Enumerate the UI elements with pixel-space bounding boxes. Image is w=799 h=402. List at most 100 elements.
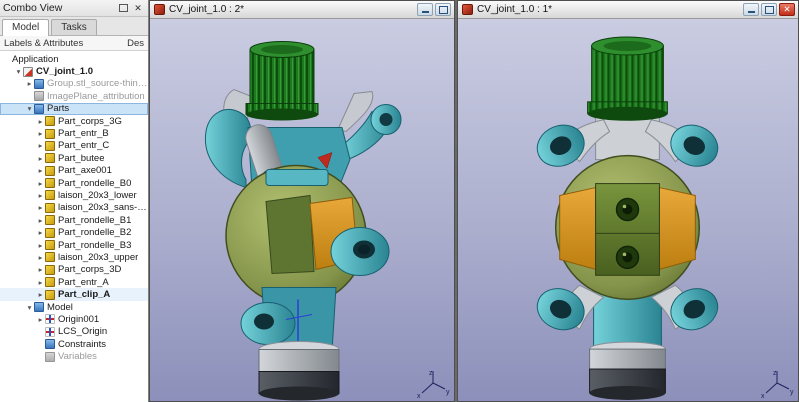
tree-item-label: Constraints [58, 339, 106, 350]
close-icon[interactable] [131, 2, 145, 15]
tree-expander-icon[interactable]: ▾ [25, 104, 34, 113]
tree-item-part-entr-b[interactable]: ▸ Part_entr_B [0, 127, 148, 139]
tree-expander-icon[interactable]: ▸ [36, 228, 45, 237]
tree-item-label: Part_entr_C [58, 140, 109, 151]
green-cap[interactable] [588, 37, 668, 121]
column-description[interactable]: Des [127, 38, 144, 49]
tree-item-laison-20x3-sans-support[interactable]: ▸laison_20x3_sans-support [0, 202, 148, 214]
svg-text:z: z [773, 370, 777, 377]
tree-expander-icon[interactable]: ▸ [36, 179, 45, 188]
tree-item-model[interactable]: ▾ Model [0, 301, 148, 313]
axis-icon [45, 314, 55, 324]
minimize-button[interactable] [417, 3, 433, 16]
tab-model[interactable]: Model [2, 19, 49, 36]
tree-item-label: Part_corps_3D [58, 264, 121, 275]
part-icon [45, 290, 55, 300]
tree-expander-icon[interactable]: ▸ [36, 166, 45, 175]
tree-expander-icon[interactable]: ▸ [36, 141, 45, 150]
window-titlebar[interactable]: CV_joint_1.0 : 1* [458, 1, 798, 19]
teal-clamp[interactable] [266, 170, 328, 186]
tree-item-origin001[interactable]: ▸Origin001 [0, 313, 148, 325]
part-icon [45, 240, 55, 250]
teal-boss-right[interactable] [331, 228, 389, 276]
viewport-canvas-front[interactable]: z x y [458, 19, 798, 401]
tree-expander-icon[interactable]: ▸ [36, 117, 45, 126]
tree-expander-icon[interactable]: ▸ [36, 203, 45, 212]
tree-expander-icon[interactable]: ▸ [36, 241, 45, 250]
maximize-button[interactable] [761, 3, 777, 16]
cv-joint-model-iso[interactable] [150, 19, 454, 401]
orange-panel-left[interactable] [560, 188, 596, 270]
tree-expander-icon[interactable]: ▸ [25, 79, 34, 88]
part-icon [45, 215, 55, 225]
orange-panel-right[interactable] [659, 188, 695, 270]
tree-item-laison-20x3-upper[interactable]: ▸laison_20x3_upper [0, 251, 148, 263]
svg-text:x: x [417, 393, 421, 399]
tree-expander-icon[interactable]: ▾ [25, 303, 34, 312]
window-titlebar[interactable]: CV_joint_1.0 : 2* [150, 1, 454, 19]
tree-expander-icon[interactable]: ▸ [36, 265, 45, 274]
tree-item-part-corps-3g[interactable]: ▸ Part_corps_3G [0, 115, 148, 127]
tree-expander-icon[interactable]: ▸ [36, 129, 45, 138]
combo-view-titlebar[interactable]: Combo View [0, 0, 148, 17]
teal-boss-bottom-left[interactable] [241, 303, 295, 345]
tree-item-group-stl-source-thingaverse[interactable]: ▸Group.stl_source-thingaverse [0, 78, 148, 90]
tree-item-part-entr-c[interactable]: ▸ Part_entr_C [0, 140, 148, 152]
tree-item-label: Part_entr_B [58, 128, 109, 139]
tree-item-part-entr-a[interactable]: ▸Part_entr_A [0, 276, 148, 288]
svg-text:y: y [446, 389, 450, 396]
tree-item-part-axe001[interactable]: ▸Part_axe001 [0, 165, 148, 177]
tree-expander-icon[interactable]: ▸ [36, 278, 45, 287]
folder-icon [34, 302, 44, 312]
teal-arm-left[interactable] [205, 110, 250, 188]
center-block[interactable] [596, 184, 660, 276]
tree-item-part-rondelle-b3[interactable]: ▸Part_rondelle_B3 [0, 239, 148, 251]
tree-item-cv-joint-1-0[interactable]: ▾CV_joint_1.0 [0, 65, 148, 77]
folder-icon [34, 104, 44, 114]
close-window-button[interactable] [779, 3, 795, 16]
tree-item-imageplane-attribution[interactable]: ImagePlane_attribution [0, 90, 148, 102]
tree-expander-icon[interactable]: ▸ [36, 290, 45, 299]
tree-item-part-rondelle-b0[interactable]: ▸ Part_rondelle_B0 [0, 177, 148, 189]
minimize-button[interactable] [743, 3, 759, 16]
tree-item-laison-20x3-lower[interactable]: ▸laison_20x3_lower [0, 189, 148, 201]
tree-item-constraints[interactable]: Constraints [0, 338, 148, 350]
tree-item-part-butee[interactable]: ▸ Part_butee [0, 152, 148, 164]
tree-item-application[interactable]: Application [0, 53, 148, 65]
tree-expander-icon[interactable]: ▾ [14, 67, 23, 76]
maximize-button[interactable] [435, 3, 451, 16]
base-cylinder[interactable] [259, 342, 339, 401]
tree-item-part-rondelle-b2[interactable]: ▸Part_rondelle_B2 [0, 226, 148, 238]
tree-item-label: Part_clip_A [58, 289, 110, 300]
part-icon [45, 228, 55, 238]
model-tree[interactable]: Application▾CV_joint_1.0▸Group.stl_sourc… [0, 51, 148, 402]
tab-tasks[interactable]: Tasks [51, 19, 97, 35]
tree-expander-icon[interactable]: ▸ [36, 315, 45, 324]
tree-item-variables[interactable]: Variables [0, 350, 148, 362]
window-title: CV_joint_1.0 : 1* [477, 4, 741, 15]
tree-item-label: Part_corps_3G [58, 116, 122, 127]
cv-joint-model-front[interactable] [458, 19, 798, 401]
part-icon [45, 141, 55, 151]
tree-item-part-rondelle-b1[interactable]: ▸ Part_rondelle_B1 [0, 214, 148, 226]
tree-expander-icon[interactable]: ▸ [36, 253, 45, 262]
green-cap[interactable] [246, 42, 318, 121]
green-plate[interactable] [266, 196, 314, 274]
column-labels-attributes[interactable]: Labels & Attributes [4, 38, 83, 49]
document-icon [154, 4, 165, 15]
tree-item-label: Part_rondelle_B1 [58, 215, 131, 226]
viewport-canvas-iso[interactable]: z x y [150, 19, 454, 401]
tree-expander-icon[interactable]: ▸ [36, 191, 45, 200]
tree-item-parts[interactable]: ▾Parts [0, 103, 148, 115]
tree-item-lcs-origin[interactable]: LCS_Origin [0, 326, 148, 338]
undock-icon[interactable] [116, 2, 130, 15]
tree-item-part-corps-3d[interactable]: ▸ Part_corps_3D [0, 264, 148, 276]
tree-item-label: Model [47, 302, 73, 313]
tree-item-part-clip-a[interactable]: ▸ Part_clip_A [0, 288, 148, 300]
tree-expander-icon[interactable]: ▸ [36, 216, 45, 225]
tree-item-label: Part_butee [58, 153, 104, 164]
tree-item-label: Part_rondelle_B0 [58, 178, 131, 189]
tree-expander-icon[interactable]: ▸ [36, 154, 45, 163]
view-window-1: CV_joint_1.0 : 1* [457, 0, 799, 402]
base-cylinder[interactable] [590, 342, 666, 400]
